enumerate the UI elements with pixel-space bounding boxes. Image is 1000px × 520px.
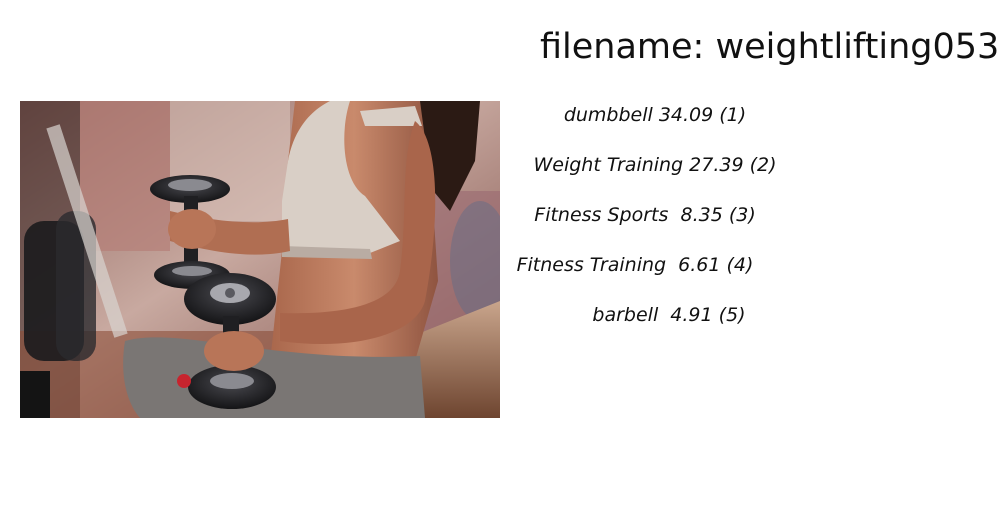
prediction-item-4: Fitness Training 6.61 (4)	[516, 254, 754, 276]
filename-title: filename: weightlifting0539.j	[540, 27, 1000, 67]
prediction-list: dumbbell 34.09 (1) Weight Training 27.39…	[517, 100, 790, 340]
weightlifting-photo	[20, 101, 500, 418]
prediction-item-5: barbell 4.91 (5)	[592, 304, 746, 326]
dumbbell-photo-icon	[20, 101, 500, 418]
prediction-item-3: Fitness Sports 8.35 (3)	[534, 204, 756, 226]
prediction-item-1: dumbbell 34.09 (1)	[563, 104, 747, 126]
prediction-item-2: Weight Training 27.39 (2)	[533, 154, 777, 176]
